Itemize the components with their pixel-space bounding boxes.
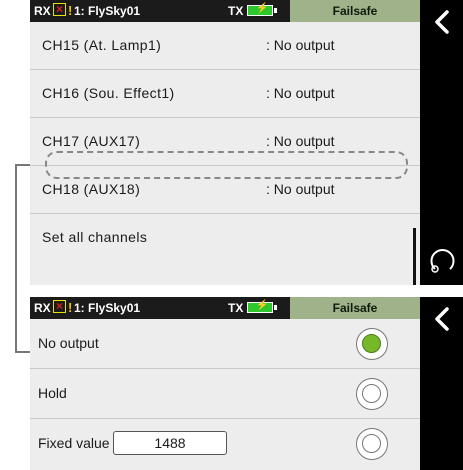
scrollbar-thumb[interactable] — [413, 228, 416, 285]
channel-value: : No output — [266, 85, 335, 101]
channel-list-screen: RX × ! 1: FlySky01 TX ⚡ Failsafe CH15 (A… — [30, 0, 463, 285]
chevron-left-icon — [435, 10, 449, 34]
rx-label: RX — [34, 301, 51, 315]
rx-label: RX — [34, 4, 51, 18]
model-name: 1: FlySky01 — [74, 4, 141, 18]
back-button[interactable] — [428, 8, 456, 36]
failsafe-option-panel: RX × ! 1: FlySky01 TX ⚡ Failsafe No outp… — [30, 297, 420, 470]
radio-button[interactable] — [356, 378, 388, 410]
fixed-value-field[interactable]: 1488 — [113, 431, 227, 455]
page-title: Failsafe — [290, 297, 420, 319]
failsafe-option-screen: RX × ! 1: FlySky01 TX ⚡ Failsafe No outp… — [30, 297, 463, 470]
tx-label: TX — [228, 301, 244, 315]
back-button[interactable] — [428, 305, 456, 333]
sidebar — [420, 297, 463, 470]
radio-button-selected[interactable] — [356, 328, 388, 360]
option-no-output[interactable]: No output — [30, 319, 420, 369]
option-label: Hold — [38, 385, 67, 401]
sidebar — [420, 0, 463, 285]
x-box-icon: × — [53, 300, 66, 313]
channel-list-panel: RX × ! 1: FlySky01 TX ⚡ Failsafe CH15 (A… — [30, 0, 420, 285]
channel-label: CH15 (At. Lamp1) — [42, 37, 162, 53]
status-bar: RX × ! 1: FlySky01 TX ⚡ Failsafe — [30, 297, 420, 319]
channel-row-ch15[interactable]: CH15 (At. Lamp1) : No output — [30, 22, 420, 70]
page-title: Failsafe — [290, 0, 420, 22]
battery-charging-icon: ⚡ — [247, 3, 277, 16]
exclamation-icon: ! — [68, 3, 73, 18]
option-label: No output — [38, 335, 99, 351]
x-box-icon: × — [53, 3, 66, 16]
set-all-channels-row[interactable]: Set all channels — [30, 214, 420, 261]
radio-button[interactable] — [356, 428, 388, 460]
battery-charging-icon: ⚡ — [247, 300, 277, 313]
channel-label: CH16 (Sou. Effect1) — [42, 85, 175, 101]
rotate-icon — [430, 248, 455, 273]
option-fixed-value[interactable]: Fixed value 1488 — [30, 419, 420, 468]
channel-row-ch16[interactable]: CH16 (Sou. Effect1) : No output — [30, 70, 420, 118]
rotate-button[interactable] — [427, 246, 457, 276]
tx-label: TX — [228, 4, 244, 18]
option-hold[interactable]: Hold — [30, 369, 420, 419]
status-bar: RX × ! 1: FlySky01 TX ⚡ Failsafe — [30, 0, 420, 22]
option-label: Fixed value — [38, 435, 110, 451]
model-name: 1: FlySky01 — [74, 301, 141, 315]
exclamation-icon: ! — [68, 300, 73, 315]
highlight-dashed-box — [45, 151, 408, 179]
set-all-channels-label: Set all channels — [42, 229, 148, 245]
chevron-left-icon — [435, 307, 449, 331]
channel-value: : No output — [266, 37, 335, 53]
